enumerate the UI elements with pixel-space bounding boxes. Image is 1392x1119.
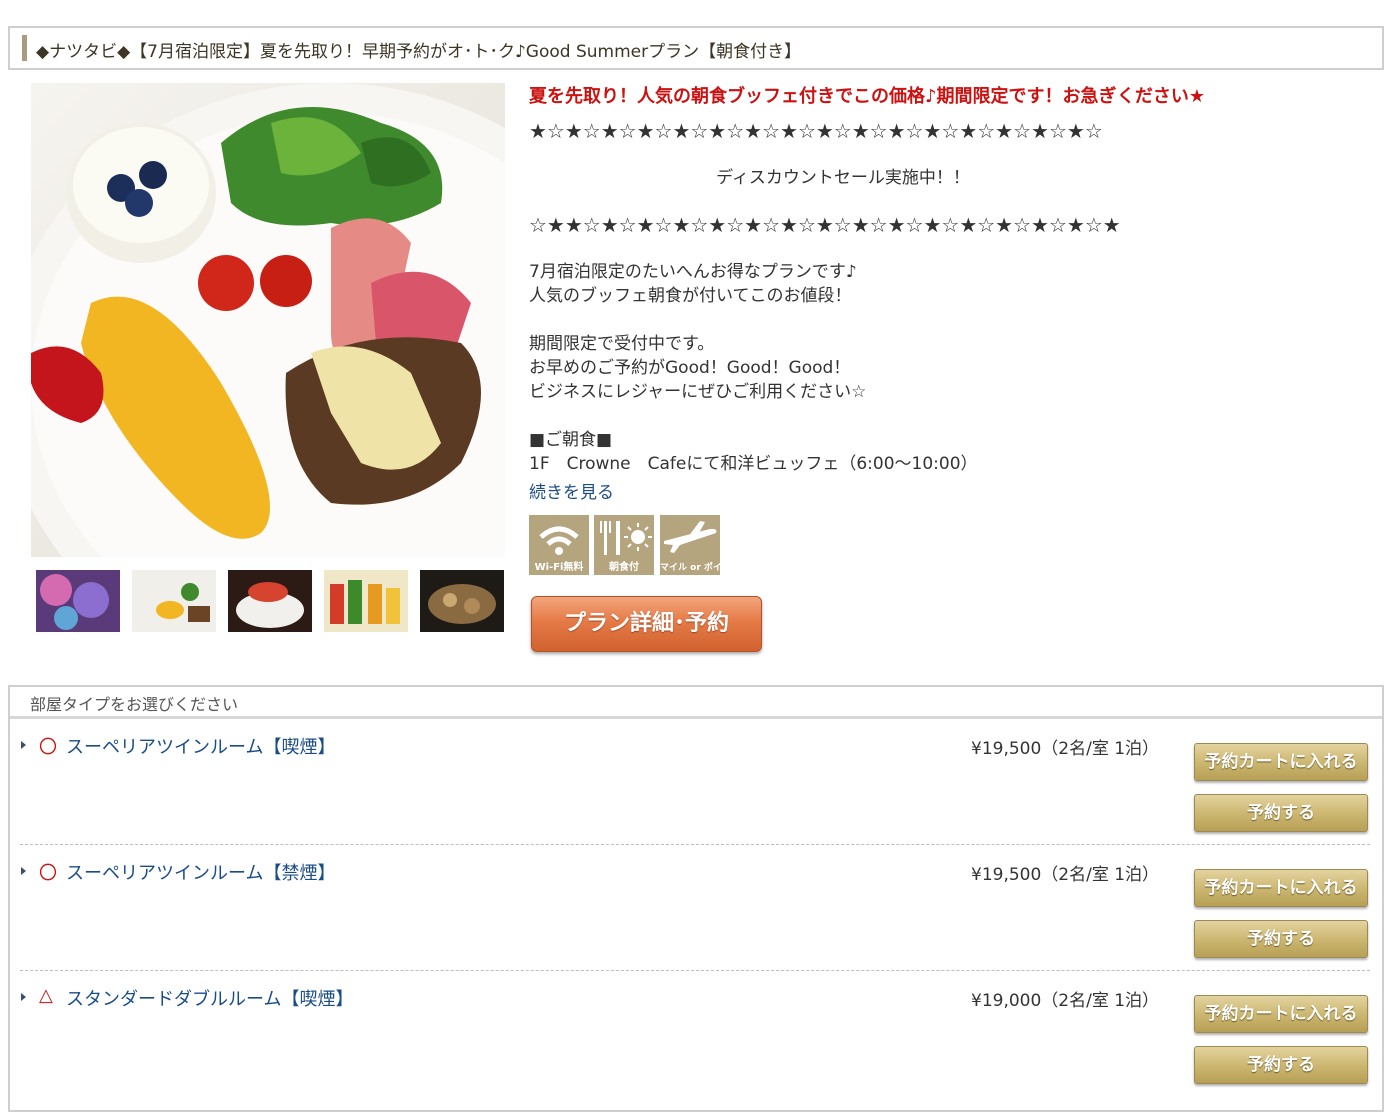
room-row: △ スタンダードダブルルーム【喫煙】 ¥19,000（2名/室 1泊） 予約カー… [10, 971, 1382, 1097]
reserve-button[interactable]: 予約する [1194, 1046, 1368, 1084]
room-list-header: 部屋タイプをお選びください [10, 687, 1382, 719]
read-more-link[interactable]: 続きを見る [529, 478, 614, 503]
availability-mark: 〇 [39, 737, 57, 758]
add-to-cart-button[interactable]: 予約カートに入れる [1194, 995, 1368, 1033]
description-line-1: 7月宿泊限定のたいへんお得なプランです♪ [529, 262, 857, 282]
thumbnail-1[interactable] [36, 570, 120, 632]
thumbnail-5[interactable] [420, 570, 504, 632]
bullet-arrow-icon [21, 867, 26, 875]
airplane-icon: マイル or ポイントOK [660, 515, 720, 575]
description-line-5: ビジネスにレジャーにぜひご利用ください☆ [529, 382, 867, 402]
room-list-heading: 部屋タイプをお選びください [30, 695, 239, 714]
plan-header: ◆ナツタビ◆【7月宿泊限定】夏を先取り！早期予約がオ･ト･ク♪Good Summ… [8, 26, 1384, 70]
room-price: ¥19,500（2名/室 1泊） [971, 739, 1160, 759]
reserve-button[interactable]: 予約する [1194, 920, 1368, 958]
room-row: 〇 スーペリアツインルーム【喫煙】 ¥19,500（2名/室 1泊） 予約カート… [10, 719, 1382, 845]
room-price: ¥19,000（2名/室 1泊） [971, 991, 1160, 1011]
stars-line-1: ★☆★☆★☆★☆★☆★☆★☆★☆★☆★☆★☆★☆★☆★☆★☆★☆ [529, 119, 1103, 143]
photo-thumbnails [36, 570, 506, 632]
plan-headline: 夏を先取り！人気の朝食ブッフェ付きでこの価格♪期間限定です！お急ぎください★ [529, 86, 1205, 107]
thumbnail-2[interactable] [132, 570, 216, 632]
room-name-link[interactable]: スーペリアツインルーム【喫煙】 [66, 733, 335, 759]
main-plan-photo [31, 83, 505, 557]
amenity-label: 朝食付 [609, 562, 639, 573]
bullet-arrow-icon [21, 993, 26, 1001]
breakfast-detail: 1F Crowne Cafeにて和洋ビュッフェ（6:00～10:00） [529, 454, 978, 474]
room-row: 〇 スーペリアツインルーム【禁煙】 ¥19,500（2名/室 1泊） 予約カート… [10, 845, 1382, 971]
description-line-4: お早めのご予約がGood！Good！Good！ [529, 358, 851, 378]
header-accent-bar [22, 35, 27, 61]
wifi-icon: Wi-Fi無料 [529, 515, 589, 575]
add-to-cart-button[interactable]: 予約カートに入れる [1194, 743, 1368, 781]
add-to-cart-button[interactable]: 予約カートに入れる [1194, 869, 1368, 907]
room-name-link[interactable]: スーペリアツインルーム【禁煙】 [66, 859, 335, 885]
amenity-label: マイル or ポイントOK [660, 563, 720, 573]
room-price: ¥19,500（2名/室 1泊） [971, 865, 1160, 885]
plan-description: ★☆★☆★☆★☆★☆★☆★☆★☆★☆★☆★☆★☆★☆★☆★☆★☆ ディスカウント… [529, 118, 1229, 476]
room-type-list: 部屋タイプをお選びください 〇 スーペリアツインルーム【喫煙】 ¥19,500（… [8, 685, 1384, 1112]
plan-title: ◆ナツタビ◆【7月宿泊限定】夏を先取り！早期予約がオ･ト･ク♪Good Summ… [36, 42, 802, 62]
description-line-2: 人気のブッフェ朝食が付いてこのお値段！ [529, 286, 852, 306]
reserve-button[interactable]: 予約する [1194, 794, 1368, 832]
amenity-label: Wi-Fi無料 [534, 562, 584, 573]
breakfast-icon: 朝食付 [594, 515, 654, 575]
thumbnail-4[interactable] [324, 570, 408, 632]
availability-mark: 〇 [39, 863, 57, 884]
availability-mark: △ [39, 985, 53, 1006]
description-line-3: 期間限定で受付中です。 [529, 334, 715, 354]
breakfast-heading: ■ご朝食■ [529, 430, 613, 450]
plan-detail-reserve-button[interactable]: プラン詳細･予約 [531, 596, 762, 652]
bullet-arrow-icon [21, 741, 26, 749]
sale-text: ディスカウントセール実施中！！ [716, 168, 970, 188]
thumbnail-3[interactable] [228, 570, 312, 632]
stars-line-2: ☆★★☆★☆★☆★☆★☆★☆★☆★☆★☆★☆★☆★☆★☆★☆★☆★ [529, 213, 1121, 237]
room-name-link[interactable]: スタンダードダブルルーム【喫煙】 [66, 985, 353, 1011]
